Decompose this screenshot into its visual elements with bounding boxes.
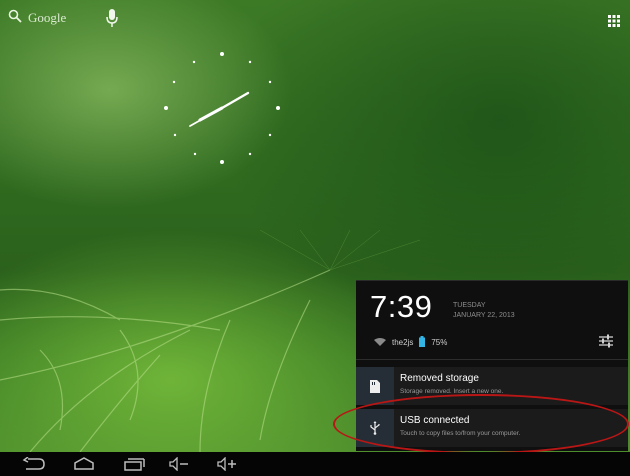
panel-divider [356,359,628,360]
date-label: JANUARY 22, 2013 [453,312,515,319]
recent-apps-icon[interactable] [120,456,148,472]
volume-down-icon[interactable] [168,456,192,472]
clock-time: 7:39 [370,289,433,324]
quick-settings-icon[interactable] [598,333,614,349]
sd-card-icon [356,367,394,405]
home-icon[interactable] [70,456,98,472]
search-label: Google [28,10,67,25]
highlight-oval [333,394,629,454]
battery-percent: 75% [431,338,448,347]
status-row: the2js 75% [374,336,447,349]
weekday-label: TUESDAY [453,302,486,309]
wifi-name: the2js [392,338,414,347]
analog-clock-widget[interactable] [160,48,290,178]
google-search-bar[interactable]: Google [8,8,66,28]
search-icon [8,9,22,28]
all-apps-icon[interactable] [608,14,620,27]
volume-up-icon[interactable] [216,456,240,472]
wifi-icon [374,337,386,349]
date-display: TUESDAY JANUARY 22, 2013 [453,301,515,321]
battery-icon [419,336,426,349]
notification-title: Removed storage [400,373,479,384]
back-icon[interactable] [20,456,48,472]
navigation-bar [0,452,630,476]
mic-icon[interactable] [104,8,120,28]
